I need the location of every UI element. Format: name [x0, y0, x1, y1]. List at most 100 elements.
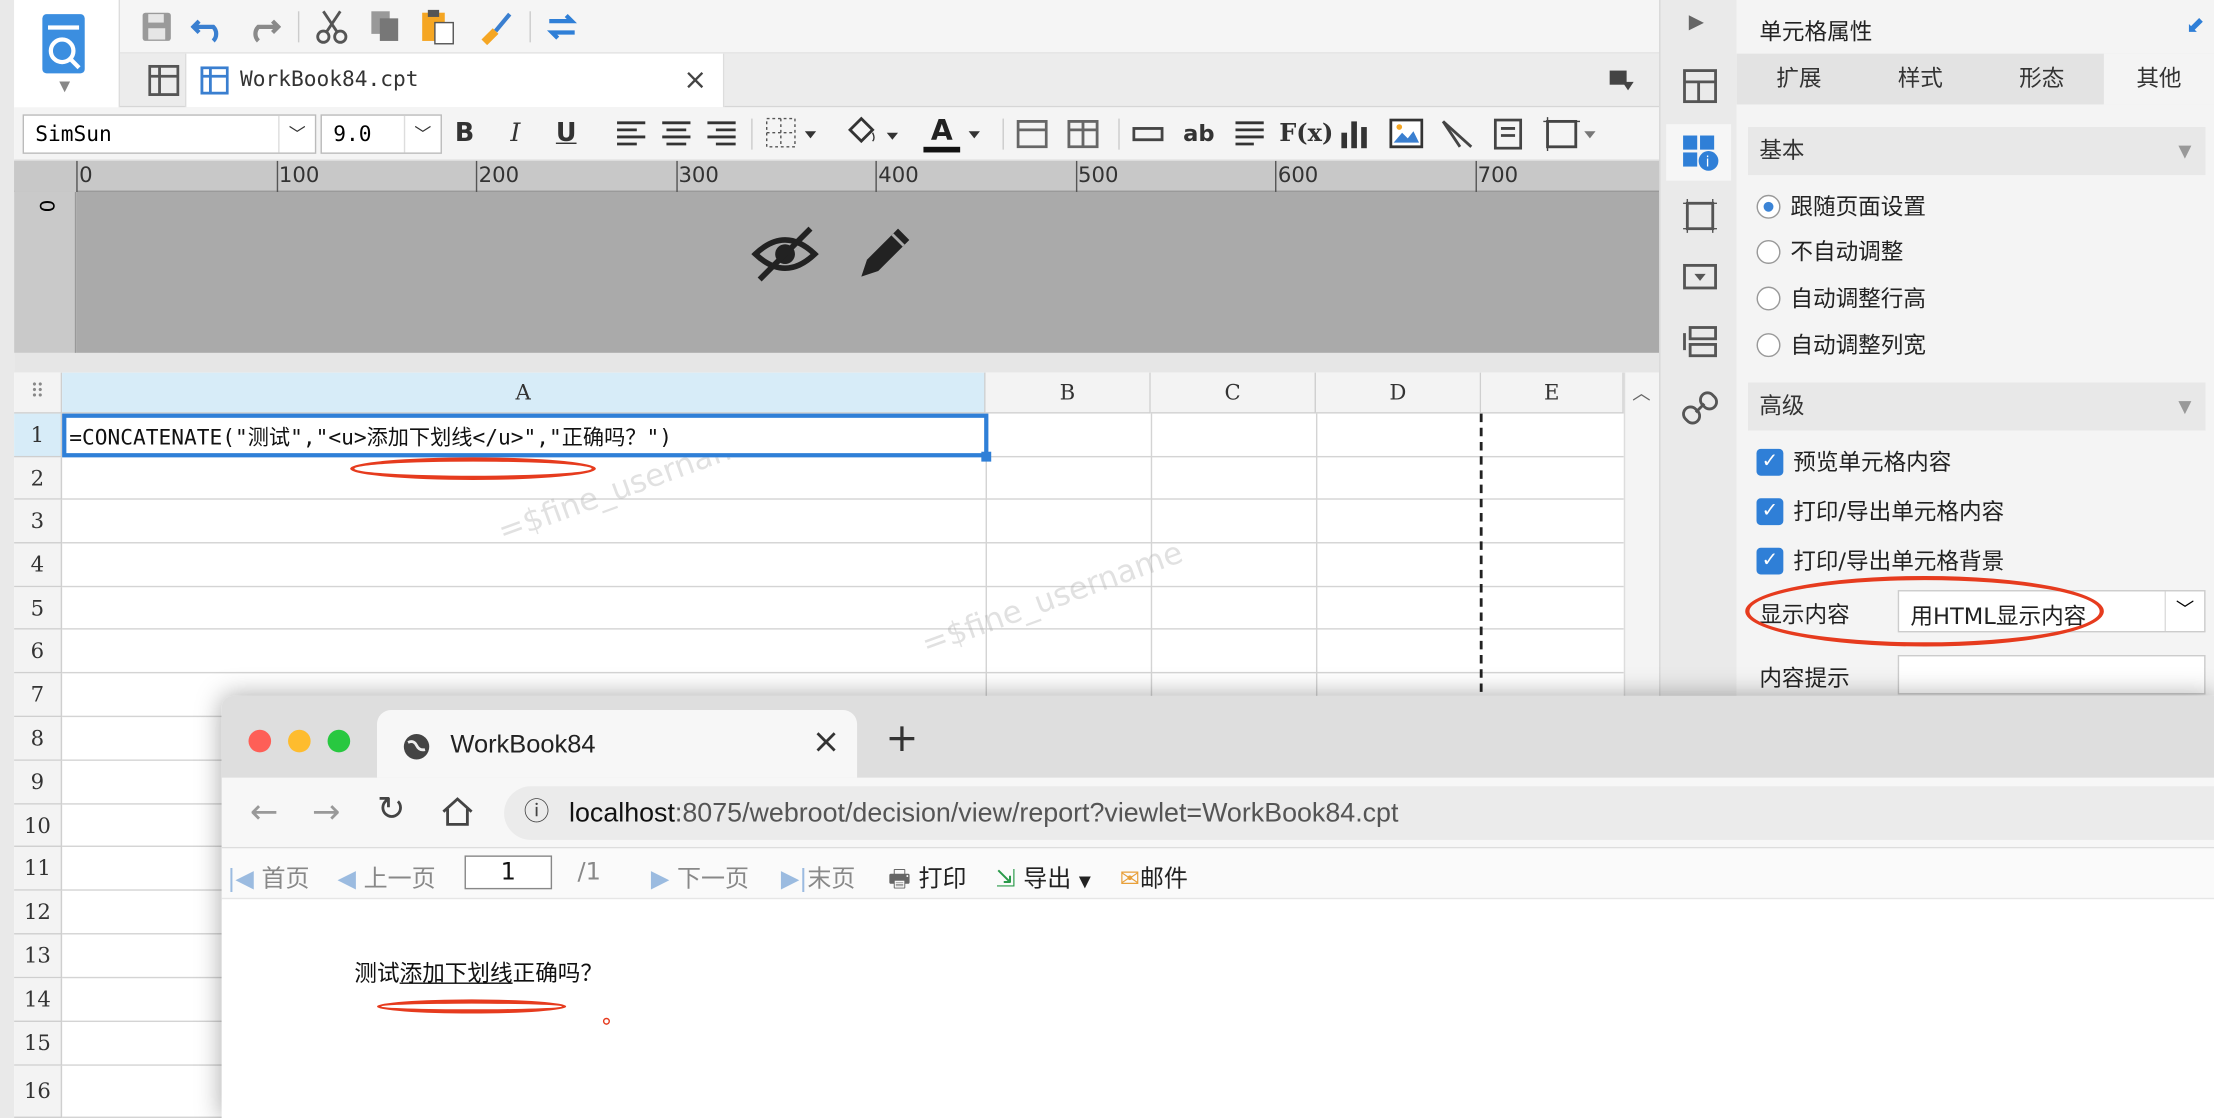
report-template-icon[interactable]	[40, 11, 94, 82]
info-icon[interactable]: ⓘ	[524, 786, 549, 840]
reload-icon[interactable]: ↻	[377, 789, 405, 829]
underline-button[interactable]: U	[548, 116, 585, 153]
forward-icon[interactable]: →	[312, 792, 340, 832]
row-header-9[interactable]: 9	[14, 760, 63, 805]
cell-a1[interactable]: =CONCATENATE("测试","<u>添加下划线</u>","正确吗？")	[62, 413, 989, 458]
back-icon[interactable]: ←	[250, 792, 278, 832]
tab-style[interactable]: 样式	[1861, 54, 1980, 105]
rich-text-icon[interactable]	[1234, 120, 1265, 148]
minimize-window-button[interactable]	[288, 729, 311, 753]
row-header-8[interactable]: 8	[14, 717, 63, 761]
new-report-icon[interactable]	[148, 64, 180, 96]
last-page-button[interactable]: ▶|末页	[781, 858, 856, 893]
column-header-c[interactable]: C	[1150, 372, 1316, 414]
prev-page-button[interactable]: ◀ 上一页	[337, 858, 435, 893]
print-button[interactable]: 🖶 打印	[888, 858, 966, 902]
first-page-button[interactable]: |◀ 首页	[227, 858, 309, 893]
crop-icon[interactable]	[1682, 198, 1719, 235]
section-basic[interactable]: 基本 ▼	[1748, 127, 2206, 176]
home-icon[interactable]	[441, 796, 475, 827]
row-header-12[interactable]: 12	[14, 890, 63, 935]
row-header-14[interactable]: 14	[14, 978, 63, 1023]
export-button[interactable]: ⇲ 导出 ▼	[995, 858, 1090, 893]
row-header-13[interactable]: 13	[14, 934, 63, 979]
condition-attribute-icon[interactable]	[1682, 325, 1719, 359]
next-page-button[interactable]: ▶ 下一页	[651, 858, 749, 893]
option-follow-page[interactable]: 跟随页面设置	[1756, 192, 1926, 223]
font-color-dropdown-icon[interactable]	[966, 130, 983, 141]
column-header-b[interactable]: B	[985, 372, 1151, 414]
redo-icon[interactable]	[244, 10, 281, 44]
check-print-content[interactable]: ✓ 打印/导出单元格内容	[1756, 497, 2004, 528]
pencil-icon[interactable]	[853, 220, 918, 285]
row-header-11[interactable]: 11	[14, 846, 63, 891]
paste-icon[interactable]	[419, 7, 456, 47]
text-cell-button[interactable]: ab	[1180, 116, 1217, 153]
insert-cell-icon[interactable]	[1132, 124, 1164, 144]
save-icon[interactable]	[140, 10, 174, 44]
page-input[interactable]: 1	[464, 855, 553, 890]
section-advanced[interactable]: 高级 ▼	[1748, 382, 2206, 431]
close-tab-icon[interactable]: ×	[812, 721, 840, 761]
merge-cells-icon[interactable]	[1016, 119, 1048, 149]
cell-properties-icon[interactable]: i	[1680, 133, 1720, 173]
row-header-7[interactable]: 7	[14, 673, 63, 718]
close-window-button[interactable]	[248, 729, 272, 753]
option-auto-col[interactable]: 自动调整列宽	[1756, 330, 1926, 361]
option-no-auto[interactable]: 不自动调整	[1756, 237, 1903, 268]
align-left-icon[interactable]	[616, 120, 647, 148]
row-header-1[interactable]: 1	[14, 413, 63, 458]
fill-color-icon[interactable]	[844, 116, 903, 153]
cut-icon[interactable]	[315, 8, 349, 45]
row-header-5[interactable]: 5	[14, 587, 63, 630]
border-icon[interactable]	[765, 117, 821, 151]
mail-button[interactable]: ✉邮件	[1120, 858, 1188, 893]
chart-icon[interactable]	[1339, 119, 1373, 150]
formula-button[interactable]: F(x)	[1279, 116, 1333, 153]
row-header-10[interactable]: 10	[14, 804, 63, 847]
format-painter-icon[interactable]	[476, 8, 513, 46]
align-center-icon[interactable]	[661, 120, 692, 148]
layout-icon[interactable]	[1682, 68, 1719, 105]
font-name-select[interactable]: SimSun ﹀	[22, 114, 317, 154]
frame-icon[interactable]	[1542, 116, 1598, 153]
widget-icon[interactable]	[1682, 263, 1719, 294]
bold-button[interactable]: B	[446, 116, 483, 153]
column-header-e[interactable]: E	[1481, 372, 1624, 414]
row-header-16[interactable]: 16	[14, 1065, 63, 1118]
image-icon[interactable]	[1389, 118, 1424, 150]
option-auto-row[interactable]: 自动调整行高	[1756, 284, 1926, 315]
sub-report-icon[interactable]	[1493, 118, 1523, 150]
tab-form[interactable]: 形态	[1982, 54, 2101, 105]
row-header-6[interactable]: 6	[14, 629, 63, 674]
font-color-icon[interactable]: A	[923, 113, 961, 153]
hyperlink-icon[interactable]	[1682, 390, 1719, 427]
close-tab-icon[interactable]: ×	[683, 62, 707, 96]
font-size-select[interactable]: 9.0 ﹀	[320, 114, 442, 154]
tooltip-input[interactable]	[1897, 654, 2206, 695]
tab-extend[interactable]: 扩展	[1740, 54, 1859, 105]
browser-tab[interactable]: WorkBook84 ×	[377, 710, 858, 778]
new-tab-icon[interactable]: +	[885, 718, 918, 759]
slash-cell-icon[interactable]	[1440, 119, 1474, 150]
scroll-up-icon[interactable]: ︿	[1632, 378, 1650, 405]
italic-button[interactable]: I	[497, 116, 534, 153]
template-dropdown-icon[interactable]: ▼	[59, 79, 70, 95]
maximize-window-button[interactable]	[327, 729, 351, 753]
expand-panel-icon[interactable]: ▶	[1689, 11, 1704, 34]
row-header-2[interactable]: 2	[14, 457, 63, 500]
hidden-eye-icon[interactable]	[751, 223, 819, 285]
row-header-3[interactable]: 3	[14, 499, 63, 544]
tab-other[interactable]: 其他	[2103, 53, 2214, 105]
fill-handle[interactable]	[981, 451, 992, 462]
tab-workbook84[interactable]: WorkBook84.cpt ×	[184, 53, 725, 108]
align-right-icon[interactable]	[706, 120, 737, 148]
tab-menu-icon[interactable]	[1608, 68, 1636, 93]
copy-icon[interactable]	[369, 8, 403, 45]
row-header-15[interactable]: 15	[14, 1022, 63, 1066]
unmerge-cells-icon[interactable]	[1067, 119, 1099, 149]
check-print-background[interactable]: ✓ 打印/导出单元格背景	[1756, 546, 2004, 577]
pin-icon[interactable]: ⬋	[2186, 11, 2205, 38]
swap-icon[interactable]	[544, 10, 581, 44]
column-header-a[interactable]: A	[62, 372, 986, 414]
